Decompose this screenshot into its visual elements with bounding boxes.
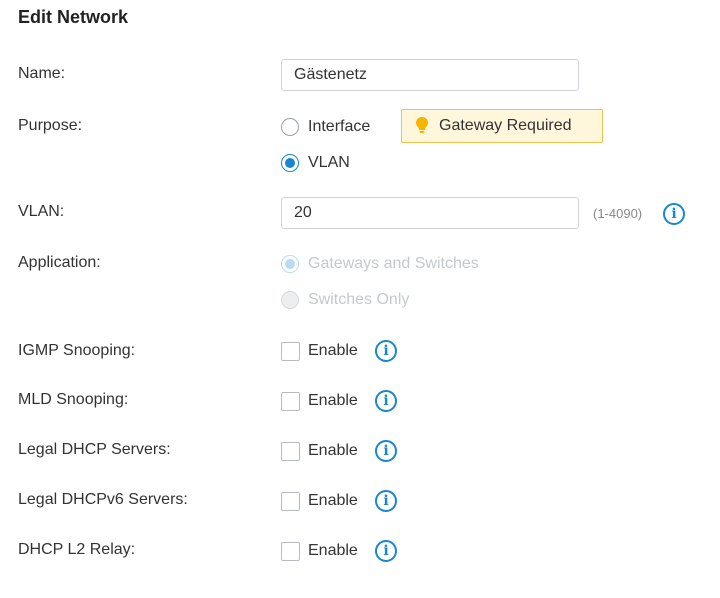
info-icon[interactable]: i bbox=[375, 390, 397, 412]
igmp-snooping-label: IGMP Snooping: bbox=[18, 342, 136, 359]
info-icon[interactable]: i bbox=[663, 203, 685, 225]
purpose-label: Purpose: bbox=[18, 117, 83, 134]
legal-dhcp-servers-enable-label: Enable bbox=[308, 442, 358, 459]
name-label: Name: bbox=[18, 65, 66, 82]
mld-snooping-enable[interactable]: Enable bbox=[281, 390, 358, 412]
igmp-snooping-enable-label: Enable bbox=[308, 342, 358, 359]
mld-snooping-checkbox[interactable] bbox=[281, 391, 300, 411]
mld-snooping-enable-label: Enable bbox=[308, 392, 358, 409]
gateway-required-tag: Gateway Required bbox=[401, 109, 603, 143]
application-label: Application: bbox=[18, 254, 101, 271]
application-gateways-switches-radio[interactable]: Gateways and Switches bbox=[281, 253, 479, 275]
purpose-interface-label: Interface bbox=[308, 118, 371, 135]
legal-dhcp-servers-label: Legal DHCP Servers: bbox=[18, 441, 171, 458]
dhcp-l2-relay-checkbox[interactable] bbox=[281, 541, 300, 561]
info-icon[interactable]: i bbox=[375, 440, 397, 462]
legal-dhcp-servers-enable[interactable]: Enable bbox=[281, 440, 358, 462]
dhcp-l2-relay-enable[interactable]: Enable bbox=[281, 540, 358, 562]
vlan-range-hint: (1-4090) bbox=[593, 206, 643, 221]
application-gateways-switches-label: Gateways and Switches bbox=[308, 255, 479, 272]
purpose-vlan-label: VLAN bbox=[308, 154, 350, 171]
dhcp-l2-relay-label: DHCP L2 Relay: bbox=[18, 541, 136, 558]
legal-dhcpv6-servers-enable[interactable]: Enable bbox=[281, 490, 358, 512]
radio-button[interactable] bbox=[281, 154, 299, 172]
info-icon[interactable]: i bbox=[375, 340, 397, 362]
application-switches-only-radio[interactable]: Switches Only bbox=[281, 289, 409, 311]
radio-button[interactable] bbox=[281, 118, 299, 136]
name-input[interactable] bbox=[281, 59, 579, 91]
purpose-vlan-radio[interactable]: VLAN bbox=[281, 152, 350, 174]
legal-dhcpv6-servers-label: Legal DHCPv6 Servers: bbox=[18, 491, 188, 508]
igmp-snooping-enable[interactable]: Enable bbox=[281, 340, 358, 362]
vlan-label: VLAN: bbox=[18, 203, 65, 220]
info-icon[interactable]: i bbox=[375, 540, 397, 562]
mld-snooping-label: MLD Snooping: bbox=[18, 391, 129, 408]
igmp-snooping-checkbox[interactable] bbox=[281, 341, 300, 361]
radio-button[interactable] bbox=[281, 291, 299, 309]
info-icon[interactable]: i bbox=[375, 490, 397, 512]
legal-dhcpv6-servers-enable-label: Enable bbox=[308, 492, 358, 509]
dhcp-l2-relay-enable-label: Enable bbox=[308, 542, 358, 559]
vlan-input[interactable] bbox=[281, 197, 579, 229]
page-title: Edit Network bbox=[18, 7, 129, 27]
application-switches-only-label: Switches Only bbox=[308, 291, 410, 308]
lightbulb-icon bbox=[416, 117, 428, 133]
legal-dhcp-servers-checkbox[interactable] bbox=[281, 441, 300, 461]
legal-dhcpv6-servers-checkbox[interactable] bbox=[281, 491, 300, 511]
purpose-interface-radio[interactable]: Interface bbox=[281, 116, 370, 138]
radio-button[interactable] bbox=[281, 255, 299, 273]
gateway-required-text: Gateway Required bbox=[439, 117, 572, 134]
